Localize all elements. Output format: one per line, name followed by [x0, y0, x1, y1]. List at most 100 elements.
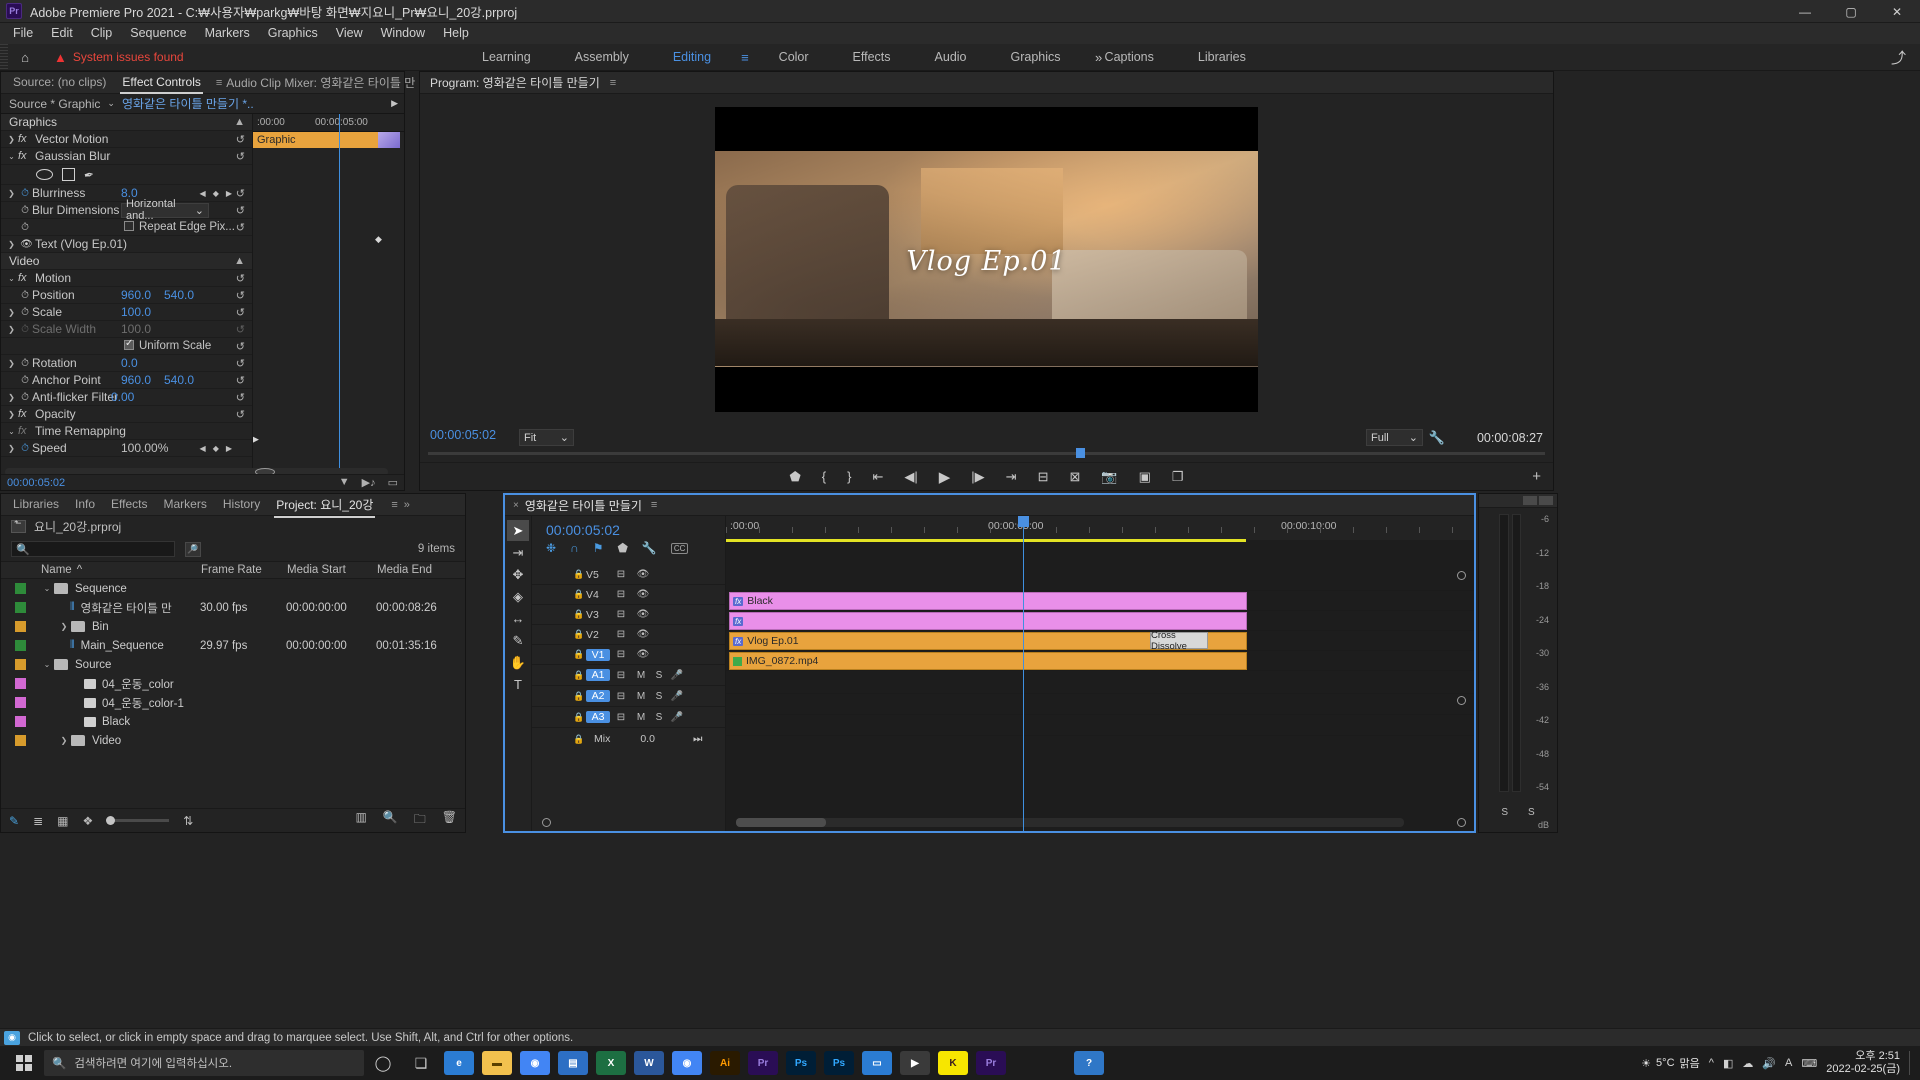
comparison-view-icon[interactable]: ❐: [1172, 469, 1184, 485]
track-row-v4[interactable]: fx Black: [726, 591, 1474, 611]
twirl-icon[interactable]: ❯: [5, 189, 18, 198]
media-icon[interactable]: ▶: [896, 1046, 934, 1080]
property-position-x[interactable]: 960.0: [121, 288, 151, 302]
reset-icon[interactable]: ↺: [236, 150, 245, 163]
tray-expand-icon[interactable]: ^: [1709, 1057, 1714, 1069]
weather-widget[interactable]: ☀ 5°C 맑음: [1641, 1055, 1700, 1071]
ec-keyframe-marker[interactable]: ▶: [253, 434, 259, 445]
lock-icon[interactable]: 🔒: [572, 691, 586, 702]
linked-selection-icon[interactable]: ⚑: [593, 541, 604, 555]
menu-edit[interactable]: Edit: [42, 24, 82, 43]
stopwatch-icon[interactable]: ⏱: [18, 188, 32, 199]
effect-controls-timeline[interactable]: :00:00 00:00:05:00 Graphic ◆ ▶: [253, 114, 404, 474]
tab-markers[interactable]: Markers: [160, 494, 219, 515]
settings-wrench-icon[interactable]: 🔧: [642, 541, 657, 555]
program-monitor-stage[interactable]: Vlog Ep.01: [420, 94, 1553, 424]
pen-mask-icon[interactable]: ✒: [83, 167, 95, 183]
menu-clip[interactable]: Clip: [82, 24, 122, 43]
menu-window[interactable]: Window: [372, 24, 434, 43]
timeline-playhead[interactable]: [1023, 516, 1024, 831]
lock-icon[interactable]: 🔒: [572, 569, 586, 580]
menu-file[interactable]: File: [4, 24, 42, 43]
column-media-start[interactable]: Media Start: [287, 564, 377, 576]
eye-icon[interactable]: 👁: [18, 239, 35, 250]
program-scrubber[interactable]: [428, 448, 1545, 458]
find-icon[interactable]: 🔎: [185, 541, 201, 557]
tab-info[interactable]: Info: [71, 494, 107, 515]
target-track-icon[interactable]: ⊟: [610, 629, 632, 640]
column-name[interactable]: Name ^: [41, 564, 201, 576]
search-input[interactable]: 🔍: [11, 541, 175, 557]
freeform-view-icon[interactable]: ❖: [82, 814, 93, 828]
tray-ime-icon[interactable]: A: [1785, 1057, 1792, 1069]
explorer-icon[interactable]: ▬: [478, 1046, 516, 1080]
stopwatch-icon[interactable]: ⏱: [18, 290, 32, 301]
workspace-tab-color[interactable]: Color: [757, 46, 831, 68]
task-view-icon[interactable]: ❏: [402, 1046, 440, 1080]
snap-icon[interactable]: ∩: [570, 541, 579, 555]
go-to-out-icon[interactable]: ⇥: [1006, 469, 1017, 485]
ec-clip-bar[interactable]: Graphic: [253, 132, 378, 148]
eye-icon[interactable]: 👁: [632, 569, 654, 580]
mix-end-icon[interactable]: ⏭: [693, 733, 702, 746]
delete-icon[interactable]: 🗑: [442, 810, 457, 831]
track-label-v3[interactable]: V3: [586, 609, 610, 621]
next-keyframe-icon[interactable]: ▶: [226, 444, 232, 453]
lock-icon[interactable]: 🔒: [572, 649, 586, 660]
effect-controls-ruler[interactable]: :00:00 00:00:05:00: [253, 114, 404, 132]
program-current-timecode[interactable]: 00:00:05:02: [430, 428, 496, 442]
store-icon[interactable]: ▤: [554, 1046, 592, 1080]
reset-icon[interactable]: ↺: [236, 187, 245, 200]
zoom-slider[interactable]: [106, 815, 170, 825]
column-frame-rate[interactable]: Frame Rate: [201, 564, 287, 576]
playhead-knob[interactable]: [1018, 516, 1029, 527]
target-track-icon[interactable]: ⊟: [610, 589, 632, 600]
selection-tool[interactable]: ➤: [507, 520, 529, 541]
clip-img0872[interactable]: IMG_0872.mp4: [729, 652, 1247, 670]
rate-stretch-tool[interactable]: ↔: [507, 608, 529, 629]
quick-export-icon[interactable]: ⤴: [1891, 47, 1906, 68]
property-blur-dimensions[interactable]: ⏱ Blur Dimensions Horizontal and... ⌄ ↺: [1, 198, 252, 222]
list-item[interactable]: 04_운동_color: [1, 674, 465, 693]
minimize-button[interactable]: —: [1782, 0, 1828, 23]
filter-icon[interactable]: ▼: [339, 476, 350, 489]
list-item[interactable]: ❯ Video: [1, 731, 465, 750]
master-mix-row[interactable]: 🔒 Mix 0.0 ⏭: [532, 728, 725, 750]
add-keyframe-icon[interactable]: ◆: [213, 444, 219, 453]
workspace-overflow-icon[interactable]: »: [1095, 50, 1102, 65]
mute-icon[interactable]: M: [632, 670, 650, 681]
play-audio-icon[interactable]: ▶♪: [362, 476, 376, 489]
lock-icon[interactable]: 🔒: [572, 670, 586, 681]
button-editor-icon[interactable]: +: [1532, 468, 1541, 485]
property-anchor-point-y[interactable]: 540.0: [164, 373, 194, 387]
reset-icon[interactable]: ↺: [236, 221, 245, 234]
track-header-v1[interactable]: 🔒 V1 ⊟ 👁: [532, 645, 725, 665]
eye-icon[interactable]: 👁: [632, 609, 654, 620]
target-track-icon[interactable]: ⊟: [610, 609, 632, 620]
go-to-in-icon[interactable]: ⇤: [872, 469, 883, 485]
close-button[interactable]: ✕: [1874, 0, 1920, 23]
kakao-icon[interactable]: K: [934, 1046, 972, 1080]
track-header-a2[interactable]: 🔒 A2 ⊟ M S 🎤: [532, 686, 725, 707]
reset-icon[interactable]: ↺: [236, 133, 245, 146]
track-header-v3[interactable]: 🔒 V3 ⊟ 👁: [532, 605, 725, 625]
voice-record-icon[interactable]: 🎤: [668, 670, 686, 681]
nest-icon[interactable]: ❉: [546, 541, 556, 555]
twirl-icon[interactable]: ❯: [5, 359, 18, 368]
track-select-forward-tool[interactable]: ⇥: [507, 542, 529, 563]
twirl-icon[interactable]: ⌄: [40, 584, 54, 593]
workspace-tab-editing[interactable]: Editing: [651, 46, 733, 68]
twirl-icon[interactable]: ⌄: [40, 660, 54, 669]
ec-keyframe-diamond[interactable]: ◆: [375, 234, 382, 245]
workspace-tab-libraries[interactable]: Libraries: [1176, 46, 1268, 68]
project-panel-overflow-icon[interactable]: »: [404, 499, 410, 511]
effect-vector-motion[interactable]: ❯ fx Vector Motion ↺: [1, 131, 252, 148]
taskbar-clock[interactable]: 오후 2:51 2022-02-25(금): [1826, 1050, 1900, 1076]
property-speed[interactable]: ❯ ⏱ Speed 100.00% ◀ ◆ ▶: [1, 440, 252, 457]
tab-history[interactable]: History: [219, 494, 272, 515]
reset-icon[interactable]: ↺: [236, 289, 245, 302]
lock-icon[interactable]: 🔒: [572, 629, 586, 640]
target-track-icon[interactable]: ⊟: [610, 649, 632, 660]
menu-help[interactable]: Help: [434, 24, 478, 43]
timeline-scroll-top-dot[interactable]: [1457, 571, 1466, 580]
